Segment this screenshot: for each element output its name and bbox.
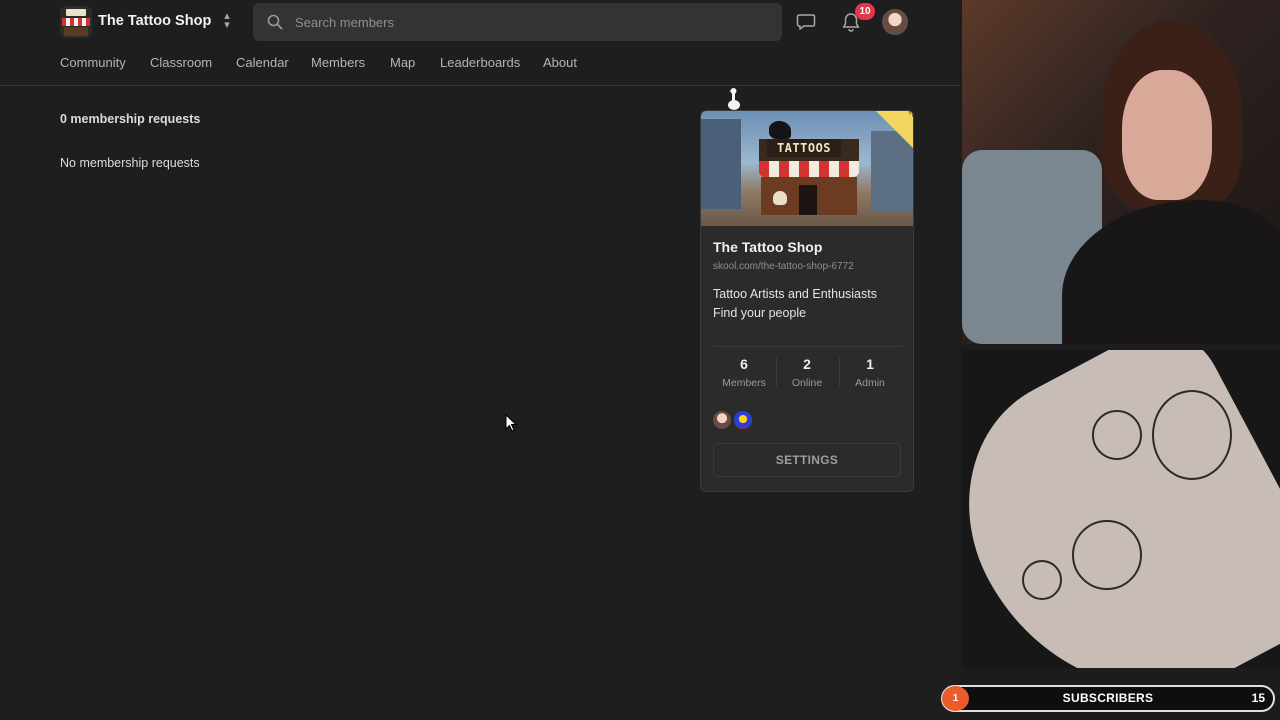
stat-value: 6 <box>740 356 748 372</box>
tab-members[interactable]: Members <box>311 55 365 70</box>
group-name: The Tattoo Shop <box>713 239 823 255</box>
stat-online[interactable]: 2 Online <box>775 356 839 389</box>
group-url[interactable]: skool.com/the-tattoo-shop-6772 <box>713 261 854 272</box>
user-avatar[interactable] <box>882 9 908 35</box>
stat-value: 2 <box>803 356 811 372</box>
notification-badge: 10 <box>855 3 875 20</box>
subscribers-label: SUBSCRIBERS <box>1062 691 1154 705</box>
stat-label: Members <box>722 377 766 389</box>
search-bar[interactable] <box>253 3 782 41</box>
subscribers-goal-bar: SUBSCRIBERS 1 15 <box>941 685 1275 712</box>
tattoo-leaf-outline <box>1022 560 1062 600</box>
tab-classroom[interactable]: Classroom <box>150 55 212 70</box>
stat-admin[interactable]: 1 Admin <box>838 356 902 389</box>
tattoo-rose-outline <box>1072 520 1142 590</box>
banner-building <box>701 119 741 209</box>
stat-members[interactable]: 6 Members <box>712 356 776 389</box>
settings-button[interactable]: SETTINGS <box>713 443 901 477</box>
membership-requests-count: 0 membership requests <box>60 112 201 126</box>
description-line: Tattoo Artists and Enthusiasts <box>713 287 877 301</box>
tab-leaderboards[interactable]: Leaderboards <box>440 55 520 70</box>
logo-sign <box>66 9 86 16</box>
webcam-feed <box>962 0 1280 344</box>
switcher-chevrons-icon[interactable]: ▴ ▾ <box>220 11 234 32</box>
group-description: Tattoo Artists and Enthusiasts Find your… <box>713 285 877 323</box>
subscribers-count: 15 <box>1251 691 1265 705</box>
search-icon <box>267 14 283 30</box>
tab-calendar[interactable]: Calendar <box>236 55 289 70</box>
stat-label: Admin <box>855 377 885 389</box>
group-nav: Community Classroom Calendar Members Map… <box>0 44 960 86</box>
member-avatar[interactable] <box>734 411 752 429</box>
shop-sign: TATTOOS <box>767 139 841 157</box>
tab-about[interactable]: About <box>543 55 577 70</box>
description-line: Find your people <box>713 306 807 320</box>
tab-map[interactable]: Map <box>390 55 415 70</box>
skull-icon <box>773 191 787 205</box>
goose-mascot-icon <box>728 88 740 110</box>
tattooed-arm <box>962 350 1280 668</box>
logo-awning <box>62 18 90 26</box>
webcam-person-face <box>1122 70 1212 200</box>
tattoo-photo <box>962 350 1280 668</box>
top-bar: The Tattoo Shop ▴▾ 10 <box>0 0 960 44</box>
tab-community[interactable]: Community <box>60 55 126 70</box>
subscribers-badge: 1 <box>942 686 969 711</box>
stat-label: Online <box>791 377 823 389</box>
member-avatar[interactable] <box>713 411 731 429</box>
group-logo[interactable] <box>60 6 92 38</box>
divider <box>713 346 903 347</box>
membership-requests-empty-state: No membership requests <box>60 156 200 170</box>
group-title[interactable]: The Tattoo Shop <box>98 13 211 29</box>
logo-base <box>64 27 88 36</box>
shop-door <box>799 185 817 215</box>
skool-app: The Tattoo Shop ▴▾ 10 Community Classroo… <box>0 0 960 720</box>
crow-icon <box>769 121 791 139</box>
group-card: TATTOOS powered by skool The Tattoo Shop… <box>700 110 914 492</box>
search-input[interactable] <box>295 3 765 41</box>
tattoo-rose-outline <box>1092 410 1142 460</box>
shop-awning <box>759 161 859 177</box>
group-banner-image: TATTOOS powered by skool <box>701 111 913 226</box>
chat-icon[interactable] <box>796 12 816 32</box>
tattoo-skull-outline <box>1152 390 1232 480</box>
stat-value: 1 <box>866 356 874 372</box>
mouse-cursor-icon <box>505 414 517 432</box>
